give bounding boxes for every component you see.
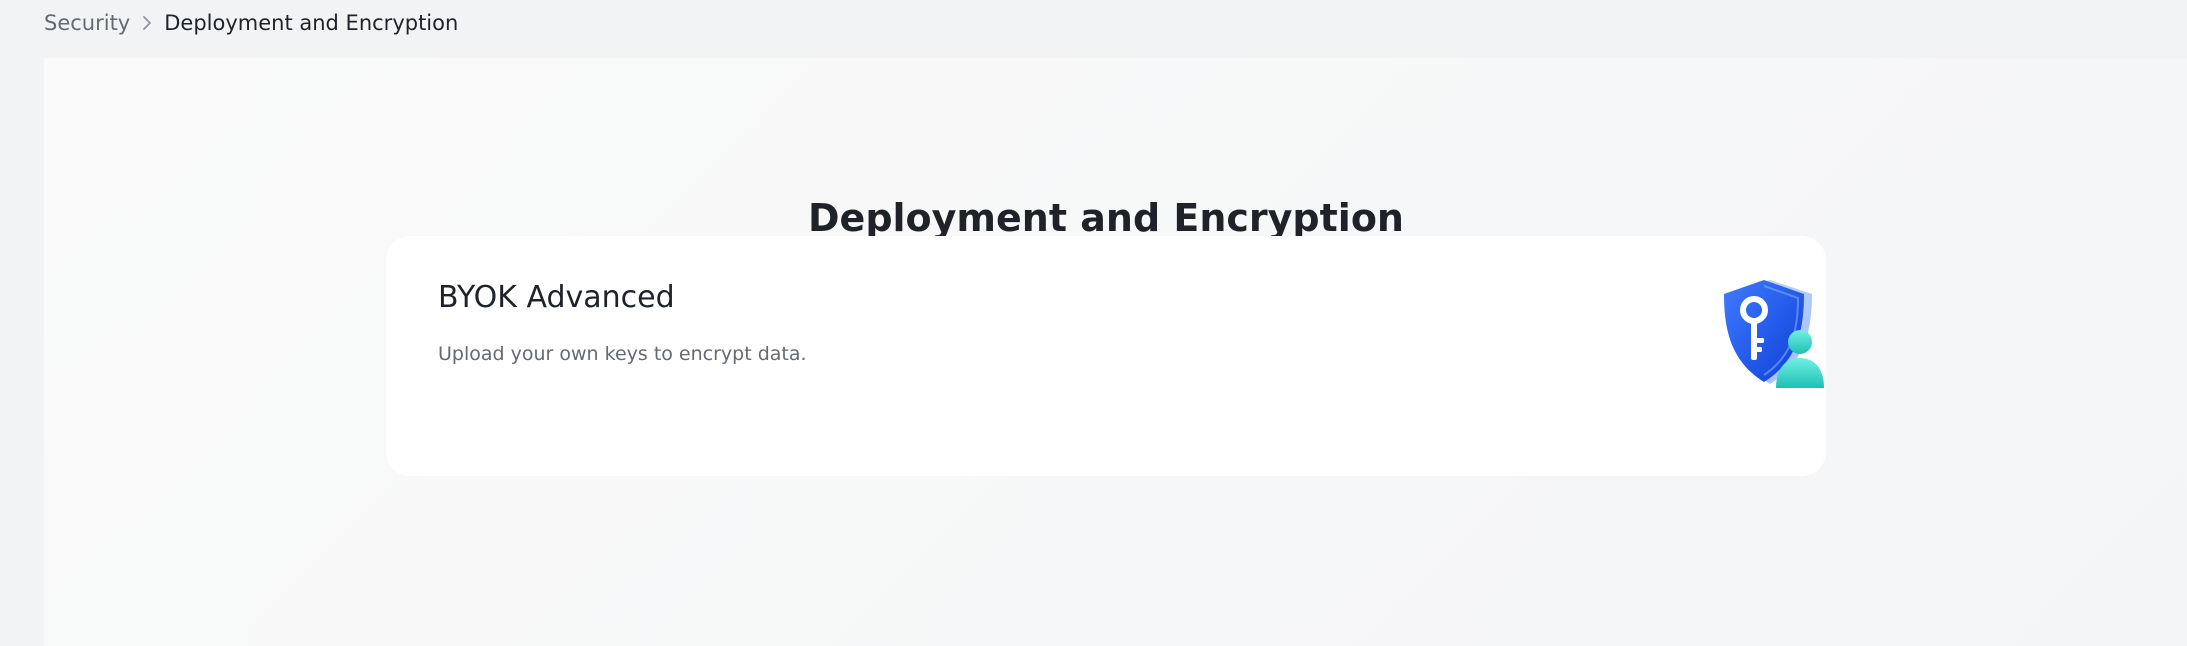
breadcrumb-item-current: Deployment and Encryption bbox=[164, 11, 459, 35]
card-description: Upload your own keys to encrypt data. bbox=[438, 343, 807, 365]
breadcrumb-item-security[interactable]: Security bbox=[44, 11, 130, 35]
chevron-right-icon bbox=[134, 15, 160, 31]
main-content: Deployment and Encryption BYOK Advanced … bbox=[44, 58, 2187, 646]
breadcrumb: Security Deployment and Encryption bbox=[44, 8, 458, 38]
shield-key-user-icon bbox=[1716, 272, 1826, 396]
card-title: BYOK Advanced bbox=[438, 280, 675, 315]
byok-advanced-card[interactable]: BYOK Advanced Upload your own keys to en… bbox=[386, 236, 1826, 476]
